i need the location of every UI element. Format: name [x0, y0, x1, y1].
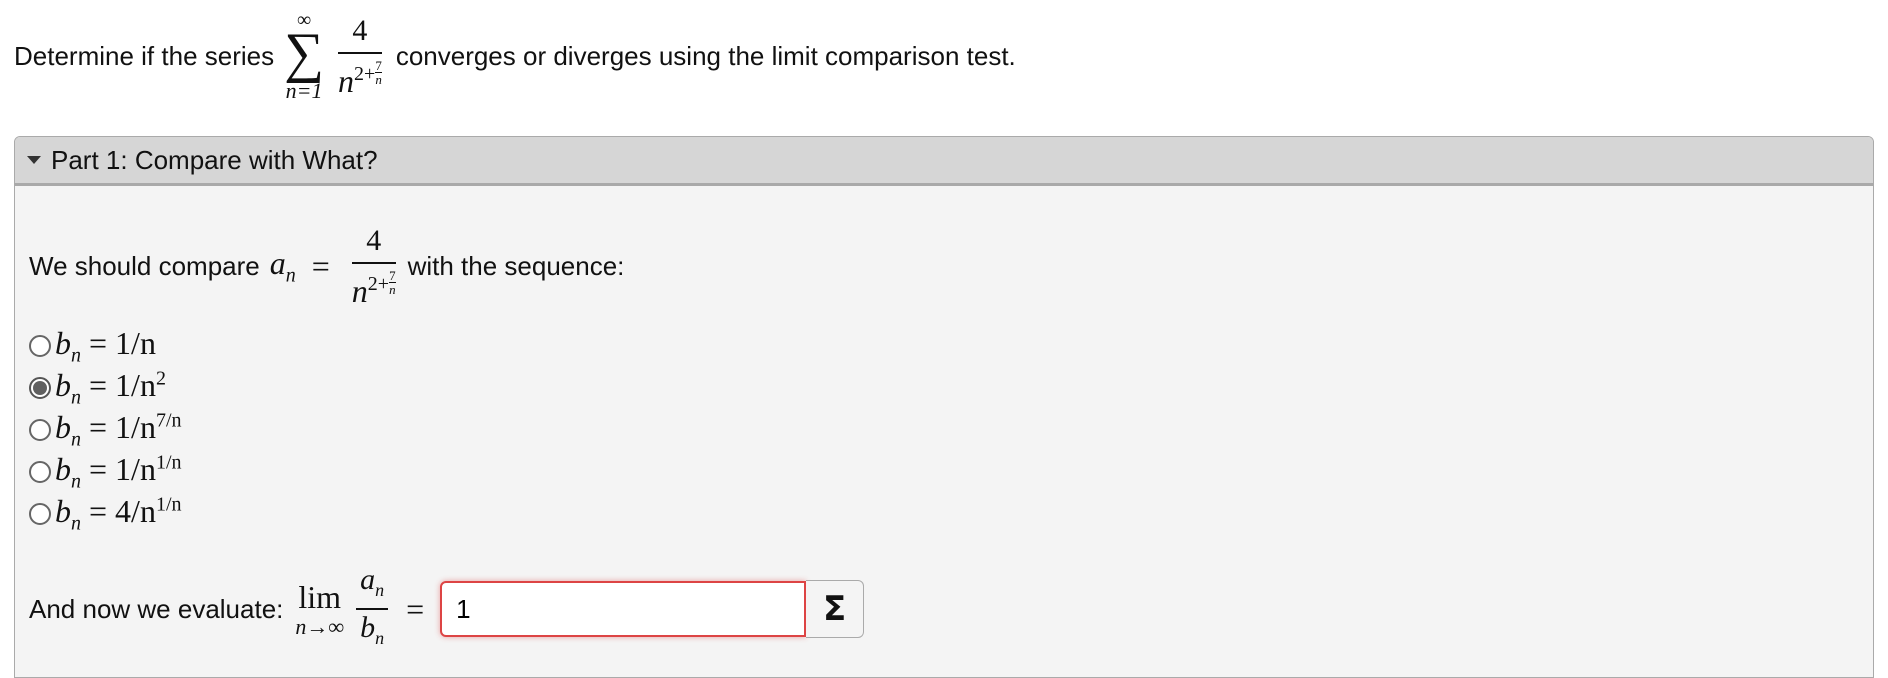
- option-2-radio[interactable]: [29, 377, 51, 399]
- an-fraction: 4 n2+ 7 n: [351, 223, 396, 309]
- sum-symbol: ∑: [284, 22, 325, 84]
- question-text-before: Determine if the series: [14, 40, 275, 71]
- limit-operator: lim n→∞: [295, 579, 344, 639]
- option-1[interactable]: bn = 1/n: [29, 325, 182, 367]
- lim-subscript: n→∞: [295, 614, 345, 639]
- option-1-radio[interactable]: [29, 335, 51, 357]
- option-4-radio[interactable]: [29, 461, 51, 483]
- caret-down-icon: [27, 156, 41, 164]
- summation: ∞ ∑ n=1: [284, 10, 324, 102]
- part1-header[interactable]: Part 1: Compare with What?: [15, 137, 1873, 186]
- compare-text: We should compare: [29, 250, 260, 281]
- sigma-icon[interactable]: Σ: [806, 580, 865, 638]
- limit-equals-sign: =: [406, 590, 425, 627]
- compare-suffix: with the sequence:: [407, 250, 625, 281]
- option-2-label: bn = 1/n2: [55, 366, 166, 409]
- an-numerator: 4: [366, 223, 382, 257]
- compare-statement: We should compare an = 4 n2+ 7 n with the …: [29, 201, 624, 331]
- part1-title: Part 1: Compare with What?: [51, 144, 378, 175]
- option-5-radio[interactable]: [29, 503, 51, 525]
- equals-sign: =: [311, 247, 330, 284]
- series-denominator: n2+ 7 n: [338, 57, 382, 99]
- evaluate-text: And now we evaluate:: [29, 593, 284, 624]
- part1-panel: Part 1: Compare with What? We should com…: [14, 136, 1874, 678]
- option-3-radio[interactable]: [29, 419, 51, 441]
- option-3[interactable]: bn = 1/n7/n: [29, 409, 182, 451]
- ratio-denominator: bn: [360, 611, 385, 648]
- comparison-options: bn = 1/n bn = 1/n2 bn = 1/n7/n bn = 1/n1…: [29, 325, 182, 535]
- option-4[interactable]: bn = 1/n1/n: [29, 451, 182, 493]
- answer-input[interactable]: [440, 581, 807, 637]
- option-4-label: bn = 1/n1/n: [55, 450, 182, 493]
- option-3-label: bn = 1/n7/n: [55, 408, 182, 451]
- option-5[interactable]: bn = 4/n1/n: [29, 493, 182, 535]
- ratio-fraction: an bn: [356, 562, 389, 656]
- an-symbol: an: [269, 244, 296, 287]
- series-numerator: 4: [352, 13, 368, 47]
- an-denominator: n2+ 7 n: [351, 267, 396, 309]
- question-statement: Determine if the series ∞ ∑ n=1 4 n2+ 7 n …: [14, 6, 1016, 106]
- option-2[interactable]: bn = 1/n2: [29, 367, 182, 409]
- lim-label: lim: [298, 579, 342, 615]
- sum-lower-limit: n=1: [285, 78, 323, 103]
- evaluate-statement: And now we evaluate: lim n→∞ an bn = Σ: [29, 549, 865, 669]
- question-text-after: converges or diverges using the limit co…: [395, 40, 1016, 71]
- option-1-label: bn = 1/n: [55, 324, 156, 367]
- ratio-numerator: an: [360, 563, 385, 600]
- option-5-label: bn = 4/n1/n: [55, 492, 182, 535]
- answer-group: Σ: [440, 580, 865, 638]
- series-term-fraction: 4 n2+ 7 n: [338, 14, 382, 99]
